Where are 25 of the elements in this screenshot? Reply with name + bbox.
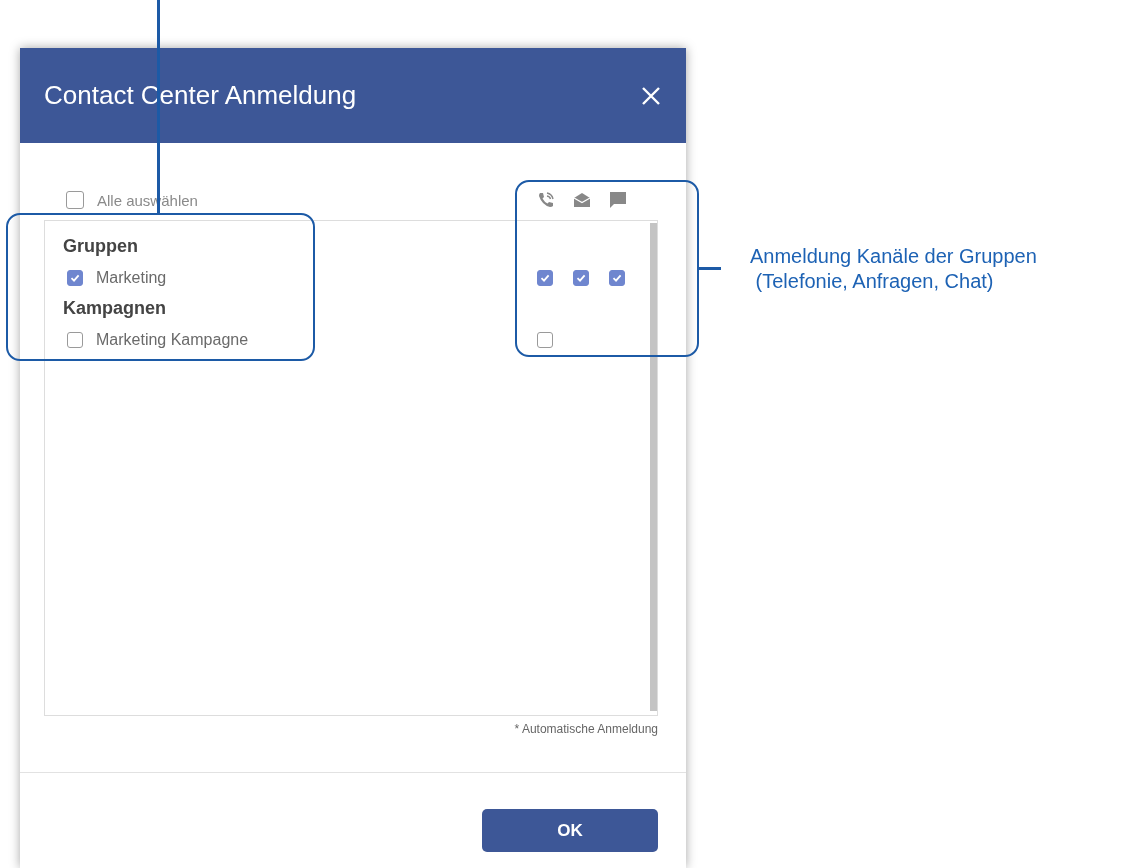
checkbox[interactable] <box>537 269 553 286</box>
checkbox[interactable] <box>67 269 83 286</box>
checkbox[interactable] <box>67 331 83 348</box>
item-label[interactable]: Marketing <box>96 268 167 287</box>
checkbox[interactable] <box>609 269 625 286</box>
checkmark-icon <box>576 272 586 283</box>
footnote: * Automatische Anmeldung <box>514 722 658 736</box>
phone-icon <box>536 190 556 210</box>
checkmark-icon <box>540 272 550 283</box>
callout-line <box>697 267 721 270</box>
section-heading: Kampagnen <box>63 297 168 320</box>
checkbox[interactable] <box>573 269 589 286</box>
dialog-title: Contact Center Anmeldung <box>44 80 357 111</box>
ok-button[interactable]: OK <box>482 809 658 852</box>
section-heading: Gruppen <box>63 235 139 258</box>
checkmark-icon <box>70 272 80 283</box>
checkbox[interactable] <box>537 331 553 348</box>
close-button[interactable] <box>640 84 662 107</box>
checkbox[interactable] <box>66 191 84 209</box>
annotation-text: Anmeldung Kanäle der Gruppen (Telefonie, Anfragen, Chat) <box>750 244 1037 294</box>
checkmark-icon <box>612 272 622 283</box>
item-label[interactable]: Marketing Kampagne <box>96 330 249 349</box>
chat-icon <box>608 190 628 210</box>
envelope-icon <box>572 190 592 210</box>
scrollbar[interactable] <box>650 223 657 711</box>
